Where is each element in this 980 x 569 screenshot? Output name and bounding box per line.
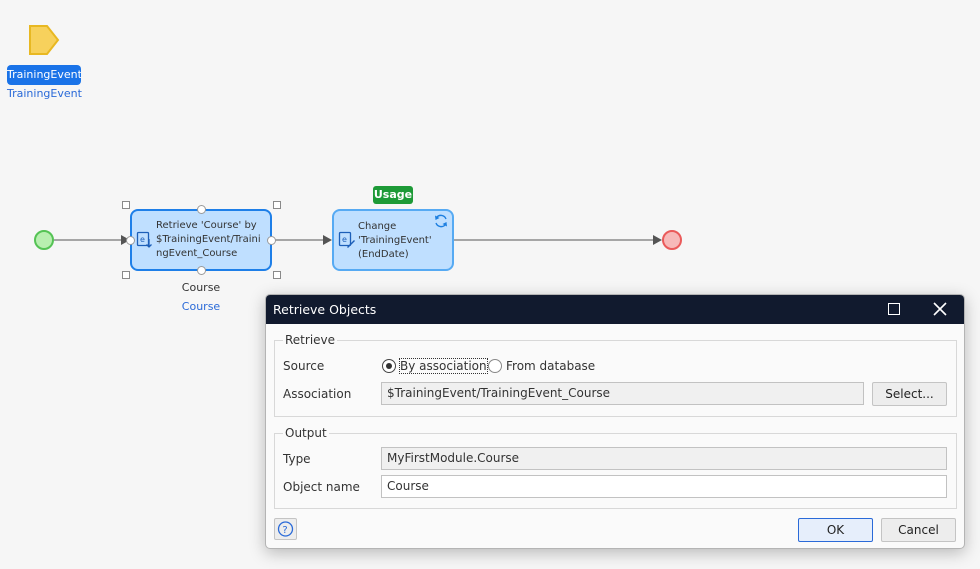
connection-point[interactable]	[267, 236, 276, 245]
change-object-icon: e	[338, 231, 355, 248]
dialog-titlebar[interactable]: Retrieve Objects	[266, 295, 964, 324]
usage-badge[interactable]: Usage	[373, 186, 413, 204]
output-group-legend: Output	[283, 426, 329, 440]
start-event[interactable]	[34, 230, 54, 250]
retrieve-objects-dialog: Retrieve Objects Retrieve Source By asso…	[265, 294, 965, 549]
association-field[interactable]: $TrainingEvent/TrainingEvent_Course	[381, 382, 864, 405]
selection-handle[interactable]	[273, 201, 281, 209]
association-label: Association	[283, 387, 352, 401]
svg-text:e: e	[342, 235, 347, 244]
parameter-name-link[interactable]: TrainingEvent	[7, 87, 82, 100]
cancel-button[interactable]: Cancel	[881, 518, 956, 542]
svg-text:e: e	[140, 235, 145, 244]
help-icon: ?	[277, 521, 294, 537]
object-name-input[interactable]: Course	[381, 475, 947, 498]
parameter-icon[interactable]	[27, 24, 61, 56]
selection-handle[interactable]	[122, 271, 130, 279]
change-object-text: Change 'TrainingEvent' (EndDate)	[358, 221, 432, 260]
refresh-icon	[435, 214, 447, 228]
by-association-label[interactable]: By association	[399, 358, 488, 374]
retrieve-group-legend: Retrieve	[283, 333, 338, 347]
object-name-label: Object name	[283, 480, 360, 494]
dialog-title: Retrieve Objects	[273, 302, 377, 317]
selection-handle[interactable]	[273, 271, 281, 279]
retrieve-output-link[interactable]: Course	[160, 300, 242, 313]
retrieve-icon: e	[136, 231, 152, 248]
source-label: Source	[283, 359, 325, 373]
connection-point[interactable]	[197, 205, 206, 214]
retrieve-group: Retrieve	[274, 333, 957, 417]
end-event[interactable]	[662, 230, 682, 250]
by-association-radio[interactable]	[382, 359, 396, 373]
ok-button[interactable]: OK	[798, 518, 873, 542]
connection-point[interactable]	[197, 266, 206, 275]
change-object-activity[interactable]: e Change 'TrainingEvent' (EndDate)	[332, 209, 454, 271]
close-icon[interactable]	[931, 300, 949, 318]
type-field: MyFirstModule.Course	[381, 447, 947, 470]
parameter-chip[interactable]: TrainingEvent	[7, 65, 81, 85]
retrieve-output-label: Course	[181, 281, 221, 294]
retrieve-activity[interactable]: e Retrieve 'Course' by $TrainingEvent/Tr…	[130, 209, 272, 271]
from-database-radio[interactable]	[488, 359, 502, 373]
type-label: Type	[283, 452, 311, 466]
help-button[interactable]: ?	[274, 518, 297, 540]
maximize-icon[interactable]	[888, 303, 900, 315]
retrieve-activity-text: Retrieve 'Course' by $TrainingEvent/Trai…	[156, 220, 261, 259]
connection-point[interactable]	[126, 236, 135, 245]
from-database-label[interactable]: From database	[506, 359, 595, 373]
select-association-button[interactable]: Select...	[872, 382, 947, 406]
selection-handle[interactable]	[122, 201, 130, 209]
svg-text:?: ?	[282, 525, 287, 536]
